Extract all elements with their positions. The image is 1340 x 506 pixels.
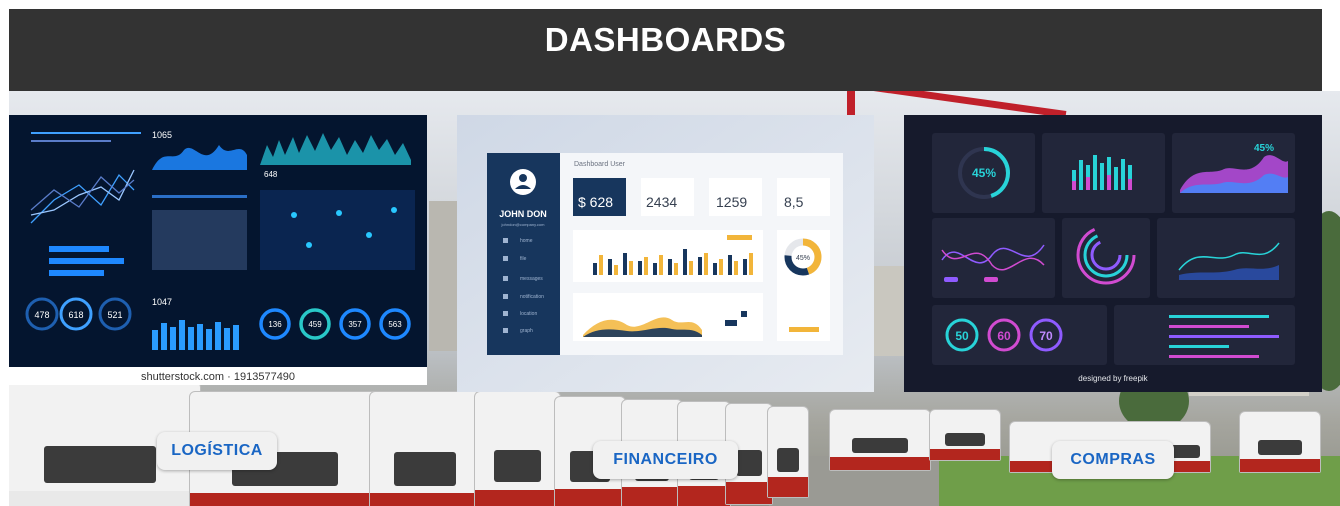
circle-value: 60 (997, 329, 1011, 343)
menu-item: graph (520, 328, 533, 334)
menu-item: messages (520, 276, 543, 282)
donut-value: 45% (796, 255, 810, 262)
ring-value: 521 (107, 310, 122, 320)
logistica-button-label: LOGÍSTICA (171, 442, 263, 459)
kpi-value: 1259 (716, 194, 747, 210)
menu-item: location (520, 311, 537, 317)
user-name: JOHN DON (499, 209, 547, 219)
menu-item: file (520, 256, 527, 262)
compras-button-label: COMPRAS (1070, 451, 1156, 468)
circle-value: 50 (955, 329, 969, 343)
ring-value: 45% (972, 166, 996, 180)
credit-text: designed by freepik (1078, 374, 1148, 383)
gauge-value: 459 (308, 320, 322, 329)
circle-value: 70 (1039, 329, 1053, 343)
menu-item: notification (520, 294, 544, 300)
ring-value: 618 (68, 310, 83, 320)
page-title: DASHBOARDS (544, 21, 787, 58)
stat-label: 1065 (152, 130, 172, 140)
gauge-value: 563 (388, 320, 402, 329)
financeiro-dashboard-image[interactable]: JOHN DON johndon@company.com home file m… (457, 115, 874, 392)
logistica-dashboard-image[interactable]: 478 618 521 1065 1047 648 136 459 357 56 (9, 115, 427, 385)
area-value: 45% (1254, 143, 1274, 154)
compras-dashboard-image[interactable]: 45% 45% 50 60 70 designed by freepik (904, 115, 1322, 392)
kpi-value: 8,5 (784, 194, 804, 210)
financeiro-button-label: FINANCEIRO (613, 451, 718, 468)
kpi-value: $ 628 (578, 194, 613, 210)
page-header: DASHBOARDS (9, 9, 1322, 91)
compras-button[interactable]: COMPRAS (1052, 441, 1174, 479)
financeiro-button[interactable]: FINANCEIRO (593, 441, 738, 479)
kpi-value: 2434 (646, 194, 677, 210)
menu-item: home (520, 238, 533, 244)
stat-label: 648 (264, 170, 278, 179)
user-email: johndon@company.com (501, 222, 546, 227)
logistica-button[interactable]: LOGÍSTICA (157, 432, 277, 470)
stat-label: 1047 (152, 297, 172, 307)
dashboard-title: Dashboard User (574, 161, 626, 168)
gauge-value: 357 (348, 320, 362, 329)
gauge-value: 136 (268, 320, 282, 329)
watermark: shutterstock.com · 1913577490 (141, 371, 295, 383)
ring-value: 478 (34, 310, 49, 320)
